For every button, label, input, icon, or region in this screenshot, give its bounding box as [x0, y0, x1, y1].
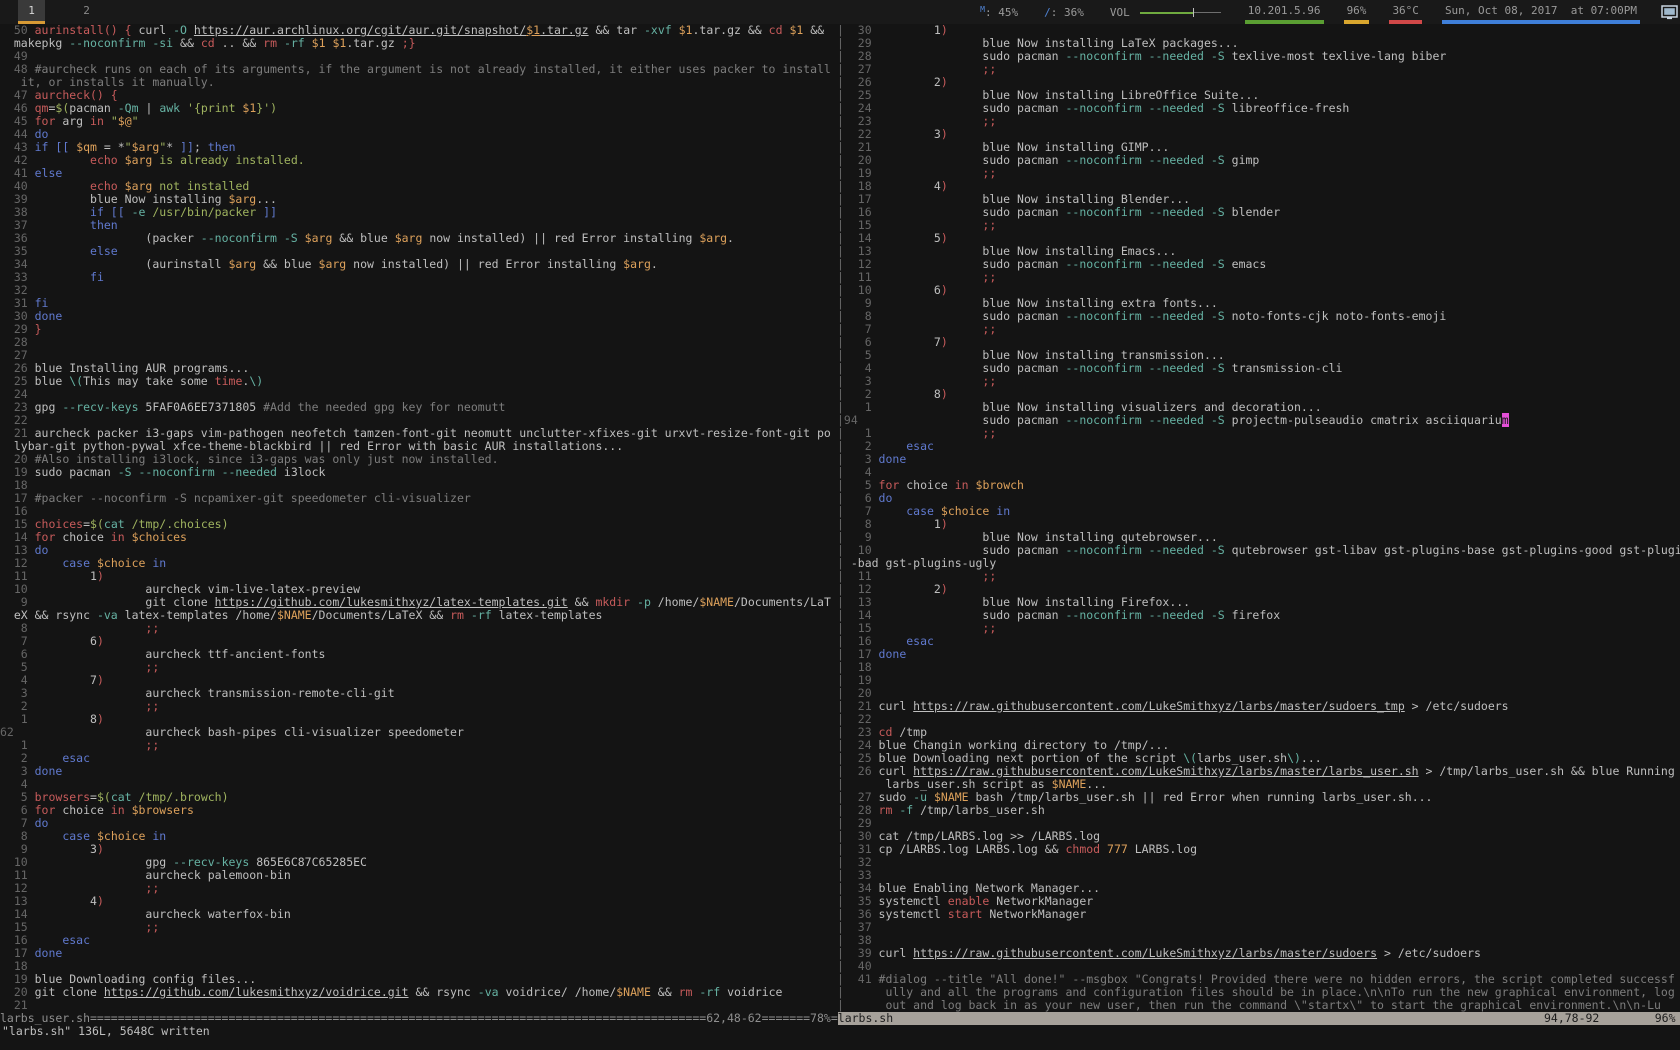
code-line: 33 fi	[0, 271, 837, 284]
code-line: | 19	[837, 674, 1680, 687]
status-bar: 1 2 M: 45% /: 36% VOL 10.201.5.96 96% 36…	[0, 0, 1680, 24]
code-line: | 15 ;;	[837, 622, 1680, 635]
code-line: | 5 for choice in $browch	[837, 479, 1680, 492]
code-line: 28	[0, 336, 837, 349]
code-line: 30 done	[0, 310, 837, 323]
code-line: | 36 systemctl start NetworkManager	[837, 908, 1680, 921]
topbar-spacer-2	[45, 0, 73, 24]
code-line: 17 done	[0, 947, 837, 960]
code-line: makepkg --noconfirm -si && cd .. && rm -…	[0, 37, 837, 50]
code-line: 8 case $choice in	[0, 830, 837, 843]
code-line: | 19 ;;	[837, 167, 1680, 180]
code-line: | 11 ;;	[837, 271, 1680, 284]
code-line: | 18	[837, 661, 1680, 674]
code-line: | 15 ;;	[837, 219, 1680, 232]
topbar-spacer	[0, 0, 18, 24]
code-line: | 17 done	[837, 648, 1680, 661]
code-line: 45 for arg in "$@"	[0, 115, 837, 128]
code-line: 20 git clone https://github.com/lukesmit…	[0, 986, 837, 999]
vim-left-window[interactable]: 50 aurinstall() { curl -O https://aur.ar…	[0, 24, 837, 1012]
code-line: | 7 case $choice in	[837, 505, 1680, 518]
code-line: 12 case $choice in	[0, 557, 837, 570]
code-line: | 21 curl https://raw.githubusercontent.…	[837, 700, 1680, 713]
code-line: 2 esac	[0, 752, 837, 765]
code-line: 32	[0, 284, 837, 297]
workspace-1-button[interactable]: 1	[18, 0, 45, 24]
code-line: | 27 ;;	[837, 63, 1680, 76]
code-line: 42 echo $arg is already installed.	[0, 154, 837, 167]
code-line: 6 for choice in $browsers	[0, 804, 837, 817]
code-line: | 28 rm -f /tmp/larbs_user.sh	[837, 804, 1680, 817]
code-line: | 2 esac	[837, 440, 1680, 453]
datetime: Sun, Oct 08, 2017 at 07:00PM	[1442, 0, 1640, 24]
code-line: 31 fi	[0, 297, 837, 310]
vim-right-window[interactable]: | 30 1)| 29 blue Now installing LaTeX pa…	[837, 24, 1680, 1012]
code-line: 5 ;;	[0, 661, 837, 674]
statusline-active: larbs.sh 94,78-92 96%	[838, 1012, 1680, 1025]
code-line: 17 #packer --noconfirm -S ncpamixer-git …	[0, 492, 837, 505]
systray	[1640, 0, 1680, 24]
statusbar-modules: M: 45% /: 36% VOL 10.201.5.96 96% 36°C S…	[957, 0, 1680, 24]
code-line: | 1 ;;	[837, 427, 1680, 440]
volume-slider[interactable]	[1140, 8, 1222, 17]
memory-icon: M	[980, 5, 985, 14]
code-line: 38 if [[ -e /usr/bin/packer ]]	[0, 206, 837, 219]
code-line: 16 esac	[0, 934, 837, 947]
volume-slider-fill	[1140, 12, 1193, 14]
code-line: 3 done	[0, 765, 837, 778]
code-line: 2 ;;	[0, 700, 837, 713]
code-line: 19 sudo pacman -S --noconfirm --needed i…	[0, 466, 837, 479]
code-line: 29 }	[0, 323, 837, 336]
code-line: | 23 ;;	[837, 115, 1680, 128]
code-line: it, or installs it manually.	[0, 76, 837, 89]
code-line: 8 ;;	[0, 622, 837, 635]
code-line: | 3 ;;	[837, 375, 1680, 388]
code-line: 12 ;;	[0, 882, 837, 895]
volume-slider-track	[1194, 12, 1221, 13]
code-line: | 7 ;;	[837, 323, 1680, 336]
code-line: 36 (packer --noconfirm -S $arg && blue $…	[0, 232, 837, 245]
vim-command-line: "larbs.sh" 136L, 5648C written	[2, 1025, 210, 1038]
disk-indicator: /: 36%	[1041, 0, 1087, 24]
code-line: | 16 esac	[837, 635, 1680, 648]
disk-icon: /	[1044, 6, 1051, 19]
code-line: 25 blue \(This may take some time.\)	[0, 375, 837, 388]
code-line: | 32	[837, 856, 1680, 869]
volume-indicator: VOL	[1107, 0, 1225, 24]
volume-label: VOL	[1110, 6, 1130, 19]
code-line: 34 (aurinstall $arg && blue $arg now ins…	[0, 258, 837, 271]
battery-indicator: 96%	[1344, 0, 1370, 24]
temperature-indicator: 36°C	[1389, 0, 1422, 24]
code-line: 23 gpg --recv-keys 5FAF0A6EE7371805 #Add…	[0, 401, 837, 414]
code-line: | 11 ;;	[837, 570, 1680, 583]
display-icon[interactable]	[1661, 5, 1678, 20]
ip-address: 10.201.5.96	[1245, 0, 1324, 24]
code-line: | 3 done	[837, 453, 1680, 466]
code-line: | 31 cp /LARBS.log LARBS.log && chmod 77…	[837, 843, 1680, 856]
vim-statuslines: larbs_user.sh===========================…	[0, 1012, 1680, 1025]
code-line: | 22	[837, 713, 1680, 726]
code-line: | 37	[837, 921, 1680, 934]
workspace-2-button[interactable]: 2	[73, 0, 100, 24]
code-line: 14 for choice in $choices	[0, 531, 837, 544]
code-line: 1 ;;	[0, 739, 837, 752]
code-line: | 39 curl https://raw.githubusercontent.…	[837, 947, 1680, 960]
memory-indicator: M: 45%	[977, 0, 1021, 24]
code-line: 15 ;;	[0, 921, 837, 934]
